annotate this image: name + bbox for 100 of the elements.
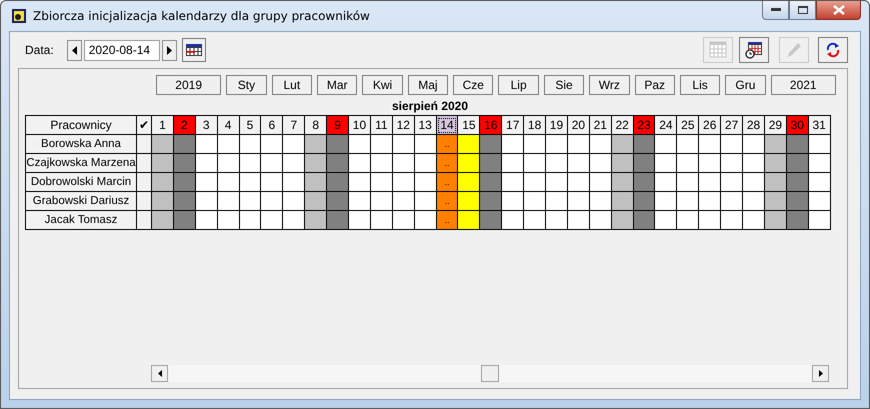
day-cell[interactable] — [567, 210, 590, 230]
day-cell[interactable] — [152, 210, 174, 230]
day-cell[interactable] — [195, 210, 218, 230]
day-cell[interactable] — [480, 172, 502, 192]
day-cell[interactable] — [698, 154, 721, 172]
day-cell[interactable] — [195, 192, 218, 210]
day-cell[interactable] — [260, 172, 283, 192]
day-cell[interactable] — [414, 154, 436, 172]
day-cell[interactable] — [260, 134, 283, 154]
calendar-clock-button[interactable] — [739, 37, 769, 63]
day-cell[interactable] — [195, 172, 218, 192]
day-cell[interactable] — [611, 134, 634, 154]
month-button[interactable]: Sie — [544, 75, 584, 95]
day-header[interactable]: 16 — [480, 116, 502, 134]
day-cell[interactable] — [392, 192, 414, 210]
day-header[interactable]: 26 — [698, 116, 721, 134]
day-cell[interactable] — [304, 192, 327, 210]
day-header[interactable]: 3 — [195, 116, 218, 134]
day-cell[interactable] — [524, 154, 546, 172]
day-cell[interactable] — [546, 154, 568, 172]
day-cell[interactable] — [808, 134, 830, 154]
day-cell[interactable] — [808, 154, 830, 172]
scroll-right-button[interactable] — [812, 365, 829, 382]
day-cell[interactable] — [720, 154, 743, 172]
day-cell[interactable] — [217, 172, 240, 192]
day-header[interactable]: 25 — [676, 116, 699, 134]
day-cell[interactable] — [589, 192, 612, 210]
day-cell[interactable] — [502, 172, 524, 192]
day-cell[interactable] — [370, 134, 392, 154]
day-cell[interactable] — [654, 192, 677, 210]
day-cell[interactable] — [808, 210, 830, 230]
day-cell[interactable] — [676, 192, 699, 210]
day-cell[interactable] — [567, 192, 590, 210]
month-button[interactable]: Cze — [453, 75, 494, 95]
day-cell[interactable] — [239, 192, 261, 210]
refresh-button[interactable] — [818, 37, 848, 63]
day-cell[interactable] — [611, 172, 634, 192]
scroll-thumb[interactable] — [481, 365, 499, 382]
day-cell[interactable] — [567, 172, 590, 192]
day-header[interactable]: 11 — [370, 116, 392, 134]
day-header[interactable]: 1 — [152, 116, 174, 134]
day-cell[interactable] — [480, 134, 502, 154]
checkmark-header[interactable]: ✔ — [136, 116, 152, 134]
day-cell[interactable] — [173, 134, 196, 154]
day-cell[interactable] — [392, 154, 414, 172]
day-cell[interactable] — [458, 154, 480, 172]
day-header[interactable]: 7 — [282, 116, 305, 134]
day-cell[interactable] — [524, 172, 546, 192]
day-cell[interactable] — [546, 134, 568, 154]
day-cell[interactable] — [502, 134, 524, 154]
month-button[interactable]: Lip — [498, 75, 539, 95]
day-cell[interactable] — [764, 134, 786, 154]
employee-name[interactable]: Dobrowolski Marcin — [26, 172, 136, 192]
day-header[interactable]: 6 — [260, 116, 283, 134]
day-cell[interactable] — [524, 210, 546, 230]
horizontal-scrollbar[interactable] — [151, 365, 829, 382]
day-cell[interactable] — [414, 172, 436, 192]
day-cell[interactable] — [546, 192, 568, 210]
day-cell[interactable] — [370, 192, 392, 210]
month-button[interactable]: Kwi — [362, 75, 403, 95]
day-cell[interactable] — [458, 172, 480, 192]
day-cell[interactable] — [260, 192, 283, 210]
day-cell[interactable] — [414, 192, 436, 210]
day-cell[interactable] — [546, 172, 568, 192]
day-cell[interactable] — [742, 172, 764, 192]
day-cell[interactable] — [676, 210, 699, 230]
day-cell[interactable] — [742, 192, 764, 210]
day-cell[interactable] — [524, 134, 546, 154]
day-header[interactable]: 28 — [742, 116, 764, 134]
day-cell[interactable] — [392, 210, 414, 230]
day-cell[interactable] — [676, 134, 699, 154]
day-cell[interactable] — [633, 154, 655, 172]
day-cell[interactable] — [524, 192, 546, 210]
day-cell[interactable] — [282, 134, 305, 154]
day-cell[interactable] — [304, 172, 327, 192]
day-cell[interactable] — [370, 154, 392, 172]
day-cell[interactable] — [173, 172, 196, 192]
day-cell[interactable] — [786, 134, 808, 154]
day-cell[interactable] — [654, 154, 677, 172]
day-cell[interactable] — [786, 192, 808, 210]
day-cell[interactable] — [764, 210, 786, 230]
day-cell[interactable] — [480, 154, 502, 172]
day-header[interactable]: 5 — [239, 116, 261, 134]
day-cell[interactable] — [720, 210, 743, 230]
employee-name[interactable]: Czajkowska Marzena — [26, 154, 136, 172]
day-cell[interactable] — [654, 134, 677, 154]
calendar-button[interactable] — [182, 38, 206, 62]
day-cell[interactable] — [239, 210, 261, 230]
day-cell[interactable] — [589, 154, 612, 172]
day-cell[interactable] — [742, 210, 764, 230]
day-cell[interactable] — [764, 172, 786, 192]
day-cell[interactable] — [589, 134, 612, 154]
day-cell[interactable] — [786, 210, 808, 230]
month-button[interactable]: Maj — [408, 75, 448, 95]
day-cell[interactable] — [720, 192, 743, 210]
day-cell[interactable] — [742, 134, 764, 154]
minimize-button[interactable] — [762, 1, 789, 20]
day-cell[interactable] — [698, 192, 721, 210]
day-cell[interactable] — [392, 134, 414, 154]
day-cell[interactable] — [348, 154, 370, 172]
